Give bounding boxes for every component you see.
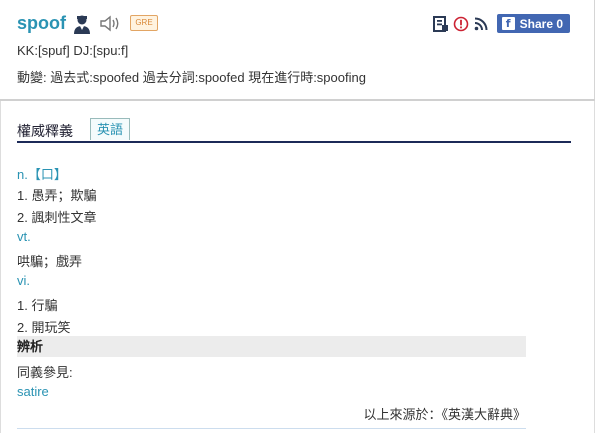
left-border — [0, 101, 1, 433]
definition-item: 2. 開玩笑 — [17, 320, 71, 335]
facebook-icon: f — [501, 17, 515, 30]
word-header: spoof GRE f Share 0 KK:[spuf] DJ:[spu:f]… — [0, 0, 595, 99]
rss-icon[interactable] — [473, 16, 489, 32]
pronunciation: KK:[spuf] DJ:[spu:f] — [17, 43, 129, 58]
person-icon[interactable] — [73, 14, 91, 34]
headword: spoof — [17, 13, 66, 33]
pos-noun: n.【口】 — [17, 167, 67, 182]
definition-item: 哄騙；戲弄 — [17, 254, 83, 269]
definition-item: 2. 諷刺性文章 — [17, 210, 97, 225]
share-label: Share 0 — [519, 16, 563, 31]
analysis-heading: 辨析 — [17, 336, 526, 357]
speaker-icon[interactable] — [99, 15, 121, 32]
facebook-share-button[interactable]: f Share 0 — [496, 14, 570, 33]
inflection: 動變: 過去式:spoofed 過去分詞:spoofed 現在進行時:spoof… — [17, 70, 366, 85]
see-also-label: 同義參見: — [17, 365, 73, 380]
see-also-link[interactable]: satire — [17, 384, 49, 399]
pos-intransitive-verb: vi. — [17, 273, 30, 288]
source-note: 以上來源於：《英漢大辭典》 — [363, 407, 526, 422]
definition-item: 1. 愚弄；欺騙 — [17, 188, 97, 203]
header-divider — [0, 99, 595, 101]
bottom-divider — [17, 428, 526, 429]
save-icon[interactable] — [432, 15, 449, 32]
definition-item: 1. 行騙 — [17, 298, 58, 313]
definition-tabs: 權威釋義 英語 — [17, 118, 571, 141]
gre-badge: GRE — [130, 15, 158, 31]
tab-authoritative[interactable]: 權威釋義 — [17, 121, 73, 141]
report-icon[interactable] — [453, 16, 469, 32]
tab-english[interactable]: 英語 — [90, 118, 131, 140]
pos-transitive-verb: vt. — [17, 229, 31, 244]
entry-toolbar: f Share 0 — [432, 14, 570, 33]
tab-underline — [17, 141, 571, 143]
